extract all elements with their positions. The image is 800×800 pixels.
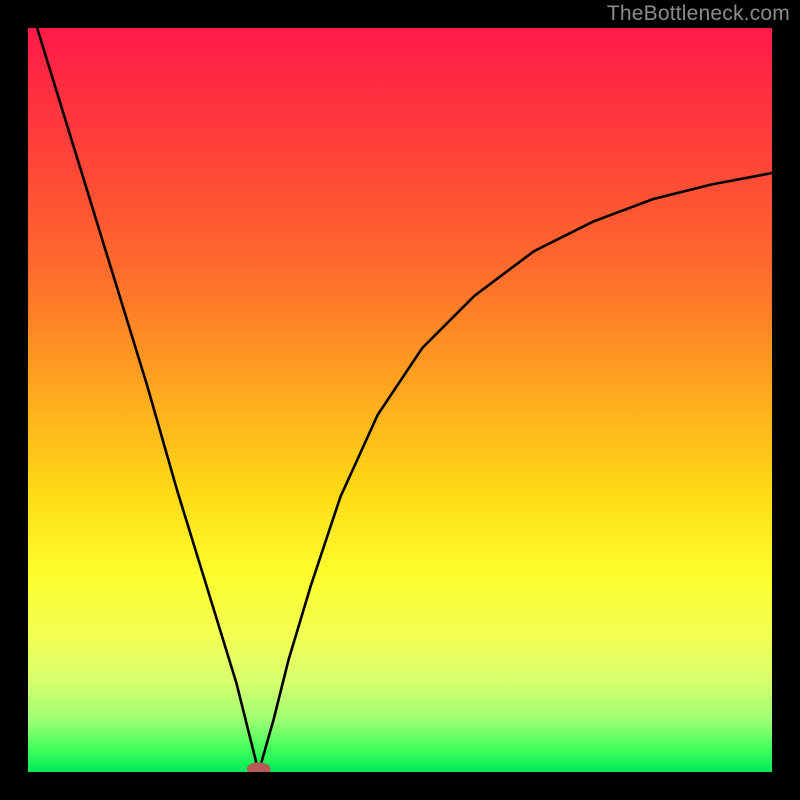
chart-svg [28, 28, 772, 772]
chart-plot-area [28, 28, 772, 772]
watermark-text: TheBottleneck.com [607, 2, 790, 26]
curve-right-branch [259, 173, 772, 772]
chart-frame: TheBottleneck.com [0, 0, 800, 800]
minimum-marker [247, 762, 271, 772]
curve-left-branch [28, 28, 259, 772]
